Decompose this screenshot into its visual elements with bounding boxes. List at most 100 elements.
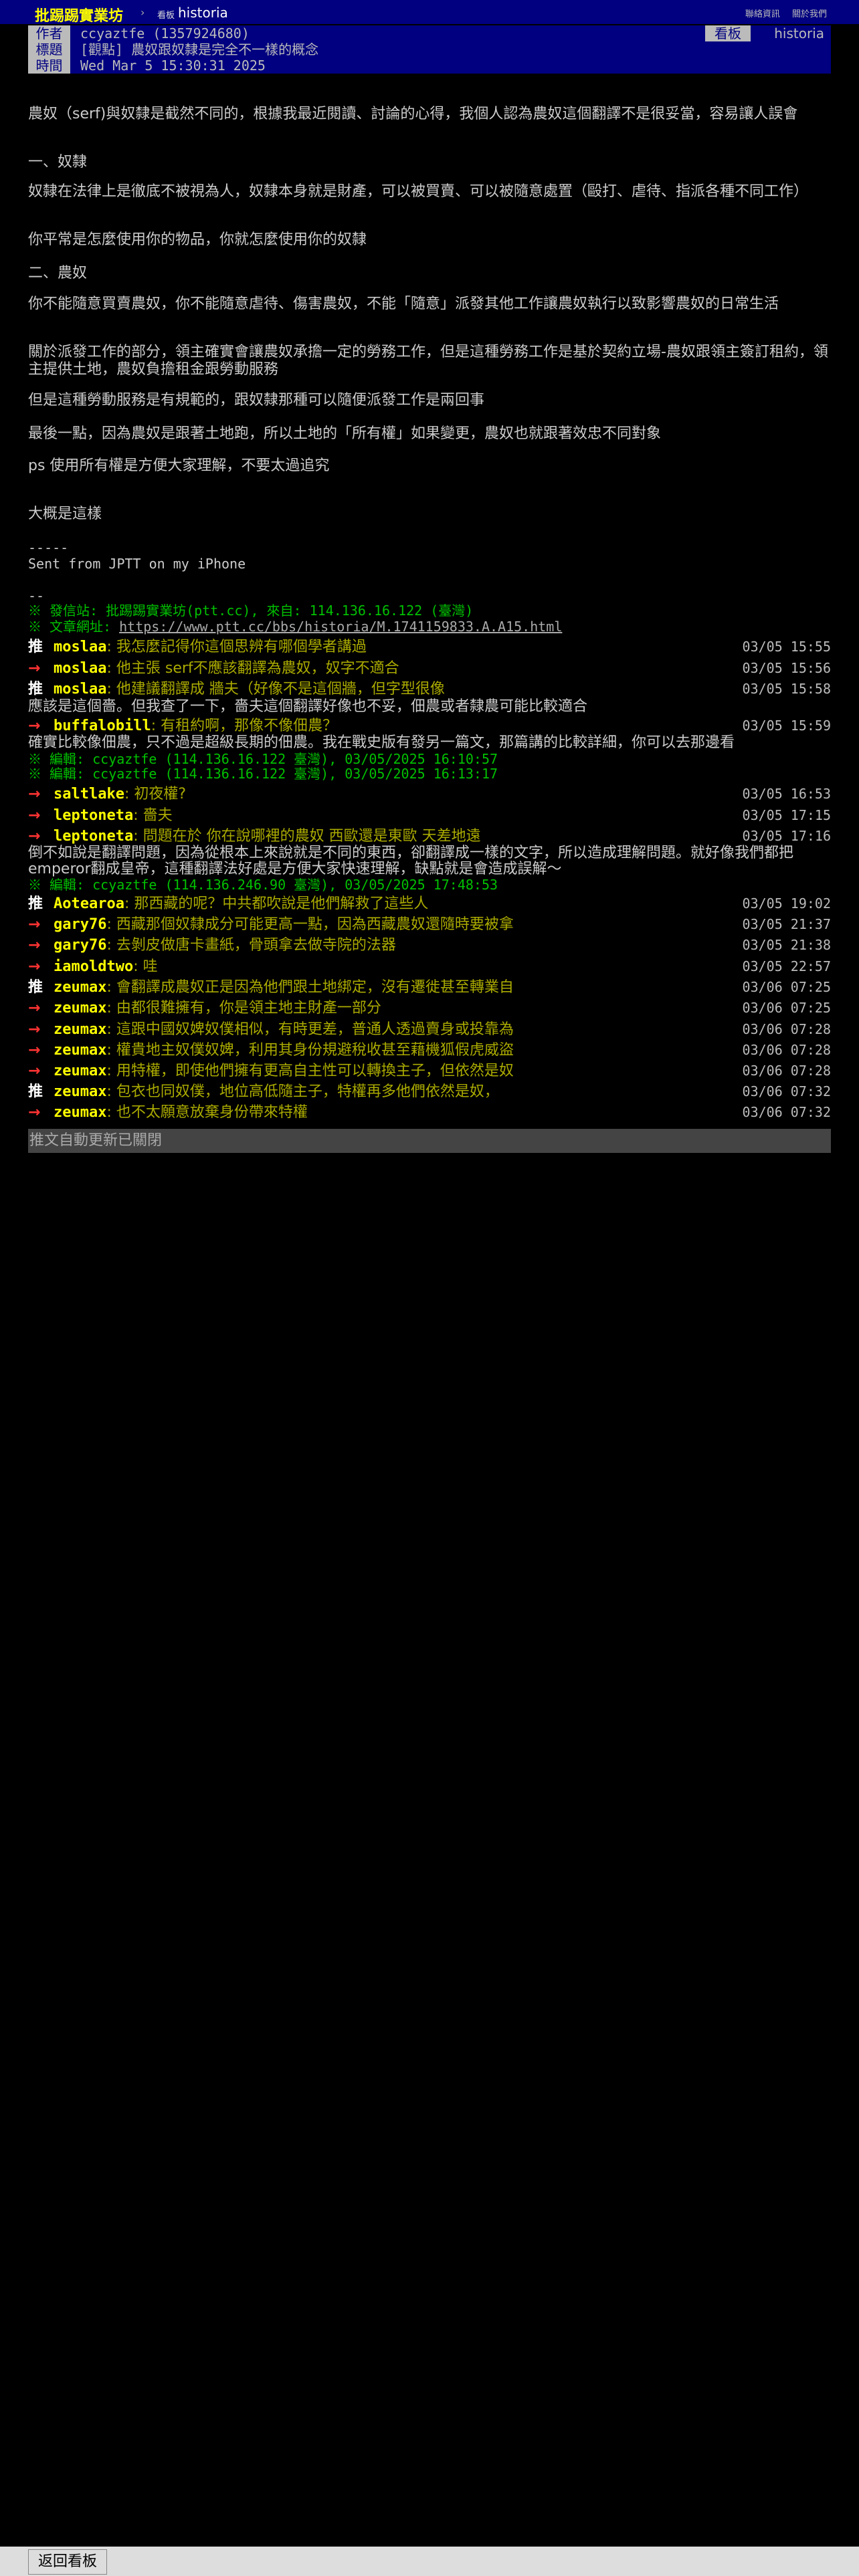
author-reply: 應該是這個嗇。但我查了一下，嗇夫這個翻譯好像也不妥，佃農或者隸農可能比較適合 xyxy=(28,698,588,715)
back-to-board-button[interactable]: 返回看板 xyxy=(28,2549,107,2575)
push-time: 03/05 15:58 xyxy=(742,681,831,697)
push-user[interactable]: moslaa xyxy=(54,660,106,677)
section-heading: 一、奴隸 xyxy=(28,154,88,171)
push-time: 03/06 07:32 xyxy=(742,1083,831,1099)
push-user[interactable]: zeumax xyxy=(54,1042,106,1059)
time-value: Wed Mar 5 15:30:31 2025 xyxy=(80,58,266,74)
body-paragraph: 最後一點，因為農奴是跟著土地跑，所以土地的「所有權」如果變更，農奴也就跟著效忠不… xyxy=(28,425,662,442)
push-message: : 哇 xyxy=(133,958,158,975)
push-time: 03/06 07:28 xyxy=(742,1063,831,1079)
push-user[interactable]: zeumax xyxy=(54,1000,106,1016)
push-time: 03/06 07:25 xyxy=(742,1000,831,1016)
push-user[interactable]: buffalobill xyxy=(54,718,151,734)
push-user[interactable]: leptoneta xyxy=(54,828,133,845)
push-user[interactable]: leptoneta xyxy=(54,807,133,824)
about-link[interactable]: 關於我們 xyxy=(792,9,827,19)
push-message: : 這跟中國奴婢奴僕相似，有時更差，普通人透過賣身或投靠為 xyxy=(106,1021,514,1038)
push-message: : 會翻譯成農奴正是因為他們跟土地綁定，沒有遷徙甚至轉業自 xyxy=(106,979,514,996)
time-tag: 時間 xyxy=(28,58,70,74)
push-user[interactable]: zeumax xyxy=(54,1063,106,1079)
push-tag: 推 xyxy=(28,681,43,697)
title-value: [觀點] 農奴跟奴隸是完全不一樣的概念 xyxy=(80,41,319,58)
push-user[interactable]: iamoldtwo xyxy=(54,958,133,975)
push-row: → saltlake: 初夜權? 03/05 16:53 xyxy=(28,784,831,804)
push-tag: → xyxy=(28,1021,41,1038)
body-paragraph: 大概是這樣 xyxy=(28,506,102,522)
title-tag: 標題 xyxy=(28,41,70,58)
body-paragraph: ps 使用所有權是方便大家理解，不要太過追究 xyxy=(28,457,330,474)
push-time: 03/06 07:25 xyxy=(742,979,831,995)
push-message: : 去剝皮做唐卡畫紙，骨頭拿去做寺院的法器 xyxy=(106,937,396,954)
push-user[interactable]: gary76 xyxy=(54,937,106,954)
push-row: 推 moslaa: 我怎麼記得你這個思辨有哪個學者講過 03/05 15:55 xyxy=(28,637,831,657)
edit-note: ※ 編輯: ccyaztfe (114.136.16.122 臺灣), 03/0… xyxy=(28,766,498,782)
push-tag: 推 xyxy=(28,895,43,912)
push-time: 03/06 07:28 xyxy=(742,1042,831,1058)
source-info: ※ 發信站: 批踢踢實業坊(ptt.cc), 來自: 114.136.16.12… xyxy=(28,603,474,619)
push-user[interactable]: zeumax xyxy=(54,1104,106,1121)
push-user[interactable]: gary76 xyxy=(54,916,106,933)
push-time: 03/06 07:32 xyxy=(742,1104,831,1120)
push-message: : 他建議翻譯成 牆夫（好像不是這個牆，但字型很像 xyxy=(106,681,445,697)
push-message: : 包衣也同奴僕，地位高低隨主子，特權再多他們依然是奴， xyxy=(106,1083,499,1100)
article-url-link[interactable]: https://www.ptt.cc/bbs/historia/M.174115… xyxy=(119,619,562,635)
contact-link[interactable]: 聯絡資訊 xyxy=(745,9,780,19)
push-message: : 權貴地主奴僕奴婢，利用其身份規避稅收甚至藉機狐假虎威盜 xyxy=(106,1042,514,1059)
body-paragraph: 你平常是怎麼使用你的物品，你就怎麼使用你的奴隸 xyxy=(28,231,367,248)
push-update-status: 推文自動更新已關閉 xyxy=(28,1129,831,1153)
push-message: : 初夜權? xyxy=(124,786,187,802)
push-row: → zeumax: 權貴地主奴僕奴婢，利用其身份規避稅收甚至藉機狐假虎威盜 03/0… xyxy=(28,1040,831,1061)
push-user[interactable]: zeumax xyxy=(54,1083,106,1100)
push-time: 03/05 15:55 xyxy=(742,639,831,655)
push-time: 03/05 19:02 xyxy=(742,895,831,911)
site-logo-link[interactable]: 批踢踢實業坊 xyxy=(35,4,123,25)
push-user[interactable]: Aotearoa xyxy=(54,895,124,912)
push-row: → leptoneta: 嗇夫 03/05 17:15 xyxy=(28,805,831,826)
push-message: : 那西藏的呢？中共都吹說是他們解救了這些人 xyxy=(124,895,429,912)
edit-note: ※ 編輯: ccyaztfe (114.136.16.122 臺灣), 03/0… xyxy=(28,751,498,767)
push-tag: → xyxy=(28,1063,41,1079)
url-prefix: ※ 文章網址: xyxy=(28,619,120,635)
edit-note: ※ 編輯: ccyaztfe (114.136.246.90 臺灣), 03/0… xyxy=(28,877,498,893)
section-heading: 二、農奴 xyxy=(28,265,88,282)
push-row: → buffalobill: 有租約啊，那像不像佃農？ 03/05 15:59 xyxy=(28,716,831,736)
board-link[interactable]: historia xyxy=(178,5,228,21)
signature-divider: ----- xyxy=(28,540,69,556)
push-time: 03/05 17:16 xyxy=(742,828,831,844)
push-user[interactable]: moslaa xyxy=(54,639,106,655)
push-row: → gary76: 去剝皮做唐卡畫紙，骨頭拿去做寺院的法器 03/05 21:38 xyxy=(28,935,831,956)
push-tag: 推 xyxy=(28,979,43,996)
push-row: 推 zeumax: 會翻譯成農奴正是因為他們跟土地綁定，沒有遷徙甚至轉業自 03/0… xyxy=(28,977,831,998)
push-tag: → xyxy=(28,786,41,802)
push-user[interactable]: moslaa xyxy=(54,681,106,697)
push-message: : 問題在於 你在說哪裡的農奴 西歐還是東歐 天差地遠 xyxy=(133,828,481,845)
push-tag: → xyxy=(28,937,41,954)
push-row: → gary76: 西藏那個奴隸成分可能更高一點，因為西藏農奴還隨時要被拿 03/0… xyxy=(28,914,831,935)
top-links: 聯絡資訊 關於我們 xyxy=(736,7,827,19)
push-row: → iamoldtwo: 哇 03/05 22:57 xyxy=(28,956,831,977)
push-user[interactable]: zeumax xyxy=(54,979,106,996)
push-row: 推 zeumax: 包衣也同奴僕，地位高低隨主子，特權再多他們依然是奴， 03/06… xyxy=(28,1081,831,1102)
push-message: : 西藏那個奴隸成分可能更高一點，因為西藏農奴還隨時要被拿 xyxy=(106,916,514,933)
push-tag: → xyxy=(28,660,41,677)
push-row: → zeumax: 也不太願意放棄身份帶來特權 03/06 07:32 xyxy=(28,1102,831,1123)
body-paragraph: 你不能隨意買賣農奴，你不能隨意虐待、傷害農奴，不能「隨意」派發其他工作讓農奴執行… xyxy=(28,296,779,312)
author-reply: 倒不如說是翻譯問題，因為從根本上來說就是不同的東西，卻翻譯成一樣的文字，所以造成… xyxy=(28,845,794,877)
push-tag: → xyxy=(28,807,41,824)
push-row: → moslaa: 他主張 serf不應該翻譯為農奴，奴字不適合 03/05 15:… xyxy=(28,658,831,679)
push-user[interactable]: zeumax xyxy=(54,1021,106,1038)
push-time: 03/06 07:28 xyxy=(742,1021,831,1037)
author-reply: 確實比較像佃農，只不過是超級長期的佃農。我在戰史版有發另一篇文，那篇講的比較詳細… xyxy=(28,734,735,751)
author-tag: 作者 xyxy=(28,25,70,41)
push-tag: → xyxy=(28,718,41,734)
bottom-bar: 返回看板 xyxy=(0,2547,859,2576)
breadcrumb-separator: › xyxy=(140,6,145,19)
push-tag: 推 xyxy=(28,639,43,655)
push-tag: → xyxy=(28,958,41,975)
body-paragraph: 關於派發工作的部分，領主確實會讓農奴承擔一定的勞務工作，但是這種勞務工作是基於契… xyxy=(28,344,828,378)
push-row: → leptoneta: 問題在於 你在說哪裡的農奴 西歐還是東歐 天差地遠 03/… xyxy=(28,826,831,847)
push-time: 03/05 17:15 xyxy=(742,807,831,823)
push-message: : 我怎麼記得你這個思辨有哪個學者講過 xyxy=(106,639,367,655)
push-user[interactable]: saltlake xyxy=(54,786,124,802)
push-time: 03/05 21:37 xyxy=(742,916,831,932)
